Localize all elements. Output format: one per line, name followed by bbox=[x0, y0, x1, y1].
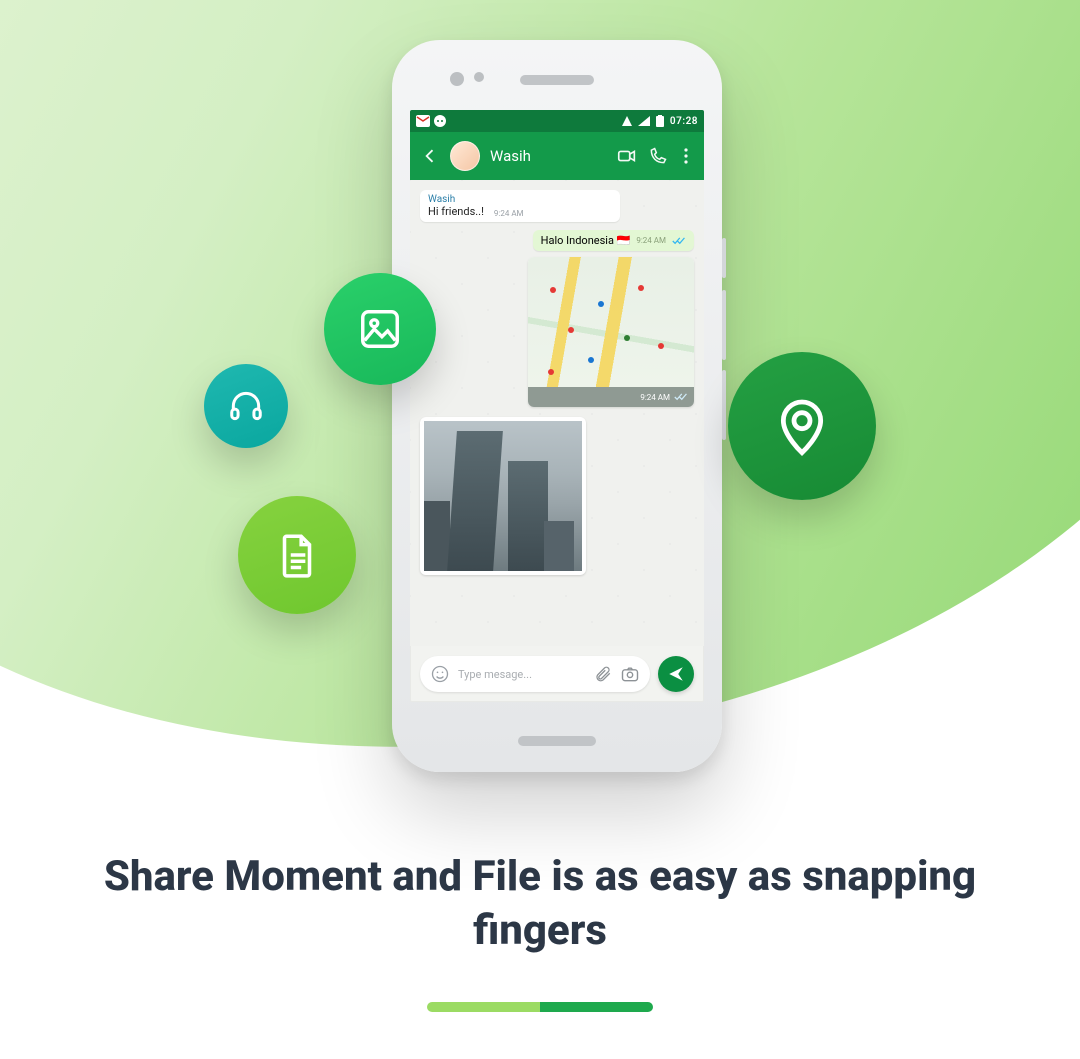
chat-body[interactable]: Wasih Hi friends..! 9:24 AM Halo Indones… bbox=[410, 180, 704, 646]
read-receipt-icon bbox=[674, 392, 688, 402]
map-pin-icon bbox=[658, 343, 664, 349]
phone-side-button bbox=[722, 370, 726, 440]
send-button[interactable] bbox=[658, 656, 694, 692]
contact-name[interactable]: Wasih bbox=[490, 147, 531, 165]
chat-header: Wasih bbox=[410, 132, 704, 180]
incoming-message[interactable]: Wasih Hi friends..! 9:24 AM bbox=[420, 190, 620, 222]
read-receipt-icon bbox=[672, 236, 686, 246]
map-pin-icon bbox=[588, 357, 594, 363]
share-audio-button[interactable] bbox=[204, 364, 288, 448]
network-icon bbox=[622, 116, 632, 126]
phone-screen: 07:28 Wasih bbox=[410, 110, 704, 702]
chat-notification-icon bbox=[434, 115, 446, 127]
message-time: 9:24 AM bbox=[636, 236, 666, 245]
map-pin-icon bbox=[624, 335, 630, 341]
map-pin-icon bbox=[568, 327, 574, 333]
video-call-icon[interactable] bbox=[616, 145, 638, 167]
headphones-icon bbox=[227, 387, 265, 425]
message-text: Halo Indonesia 🇮🇩 bbox=[541, 234, 631, 247]
message-input[interactable]: Type mesage... bbox=[420, 656, 650, 692]
back-arrow-icon[interactable] bbox=[420, 146, 440, 166]
underline-segment-light bbox=[427, 1002, 540, 1012]
attachment-icon[interactable] bbox=[594, 665, 612, 683]
document-icon bbox=[272, 530, 322, 580]
outgoing-message[interactable]: Halo Indonesia 🇮🇩 9:24 AM bbox=[533, 230, 694, 251]
phone-side-button bbox=[722, 238, 726, 278]
battery-icon bbox=[656, 115, 664, 127]
phone-side-button bbox=[722, 290, 726, 360]
more-options-icon[interactable] bbox=[678, 146, 694, 166]
android-status-bar: 07:28 bbox=[410, 110, 704, 132]
message-time: 9:24 AM bbox=[640, 393, 670, 402]
outgoing-location-message[interactable]: 9:24 AM bbox=[528, 257, 694, 407]
headline-underline bbox=[427, 1002, 653, 1012]
message-input-placeholder: Type mesage... bbox=[458, 668, 586, 681]
map-pin-icon bbox=[638, 285, 644, 291]
photo-thumbnail bbox=[424, 421, 582, 571]
status-time: 07:28 bbox=[670, 116, 698, 127]
gmail-icon bbox=[416, 115, 430, 127]
map-pin-icon bbox=[598, 301, 604, 307]
signal-4g-icon bbox=[638, 116, 650, 126]
phone-home-indicator bbox=[518, 736, 596, 746]
phone-speaker-area bbox=[392, 70, 722, 90]
contact-avatar[interactable] bbox=[450, 141, 480, 171]
location-pin-icon bbox=[770, 394, 834, 458]
promo-stage: 07:28 Wasih bbox=[0, 0, 1080, 1059]
headline-text: Share Moment and File is as easy as snap… bbox=[0, 850, 1080, 958]
chat-input-area: Type mesage... bbox=[410, 646, 704, 702]
camera-icon[interactable] bbox=[620, 664, 640, 684]
phone-speaker bbox=[520, 75, 594, 85]
message-sender: Wasih bbox=[428, 194, 612, 205]
underline-segment-dark bbox=[540, 1002, 653, 1012]
voice-call-icon[interactable] bbox=[648, 146, 668, 166]
outgoing-photo-message[interactable] bbox=[420, 417, 586, 575]
share-document-button[interactable] bbox=[238, 496, 356, 614]
image-icon bbox=[357, 306, 403, 352]
message-time: 9:24 AM bbox=[494, 209, 524, 218]
emoji-icon[interactable] bbox=[430, 664, 450, 684]
share-image-button[interactable] bbox=[324, 273, 436, 385]
map-preview bbox=[528, 257, 694, 387]
phone-mockup: 07:28 Wasih bbox=[392, 40, 722, 772]
share-location-button[interactable] bbox=[728, 352, 876, 500]
map-pin-icon bbox=[548, 369, 554, 375]
message-text: Hi friends..! bbox=[428, 205, 484, 218]
map-pin-icon bbox=[550, 287, 556, 293]
